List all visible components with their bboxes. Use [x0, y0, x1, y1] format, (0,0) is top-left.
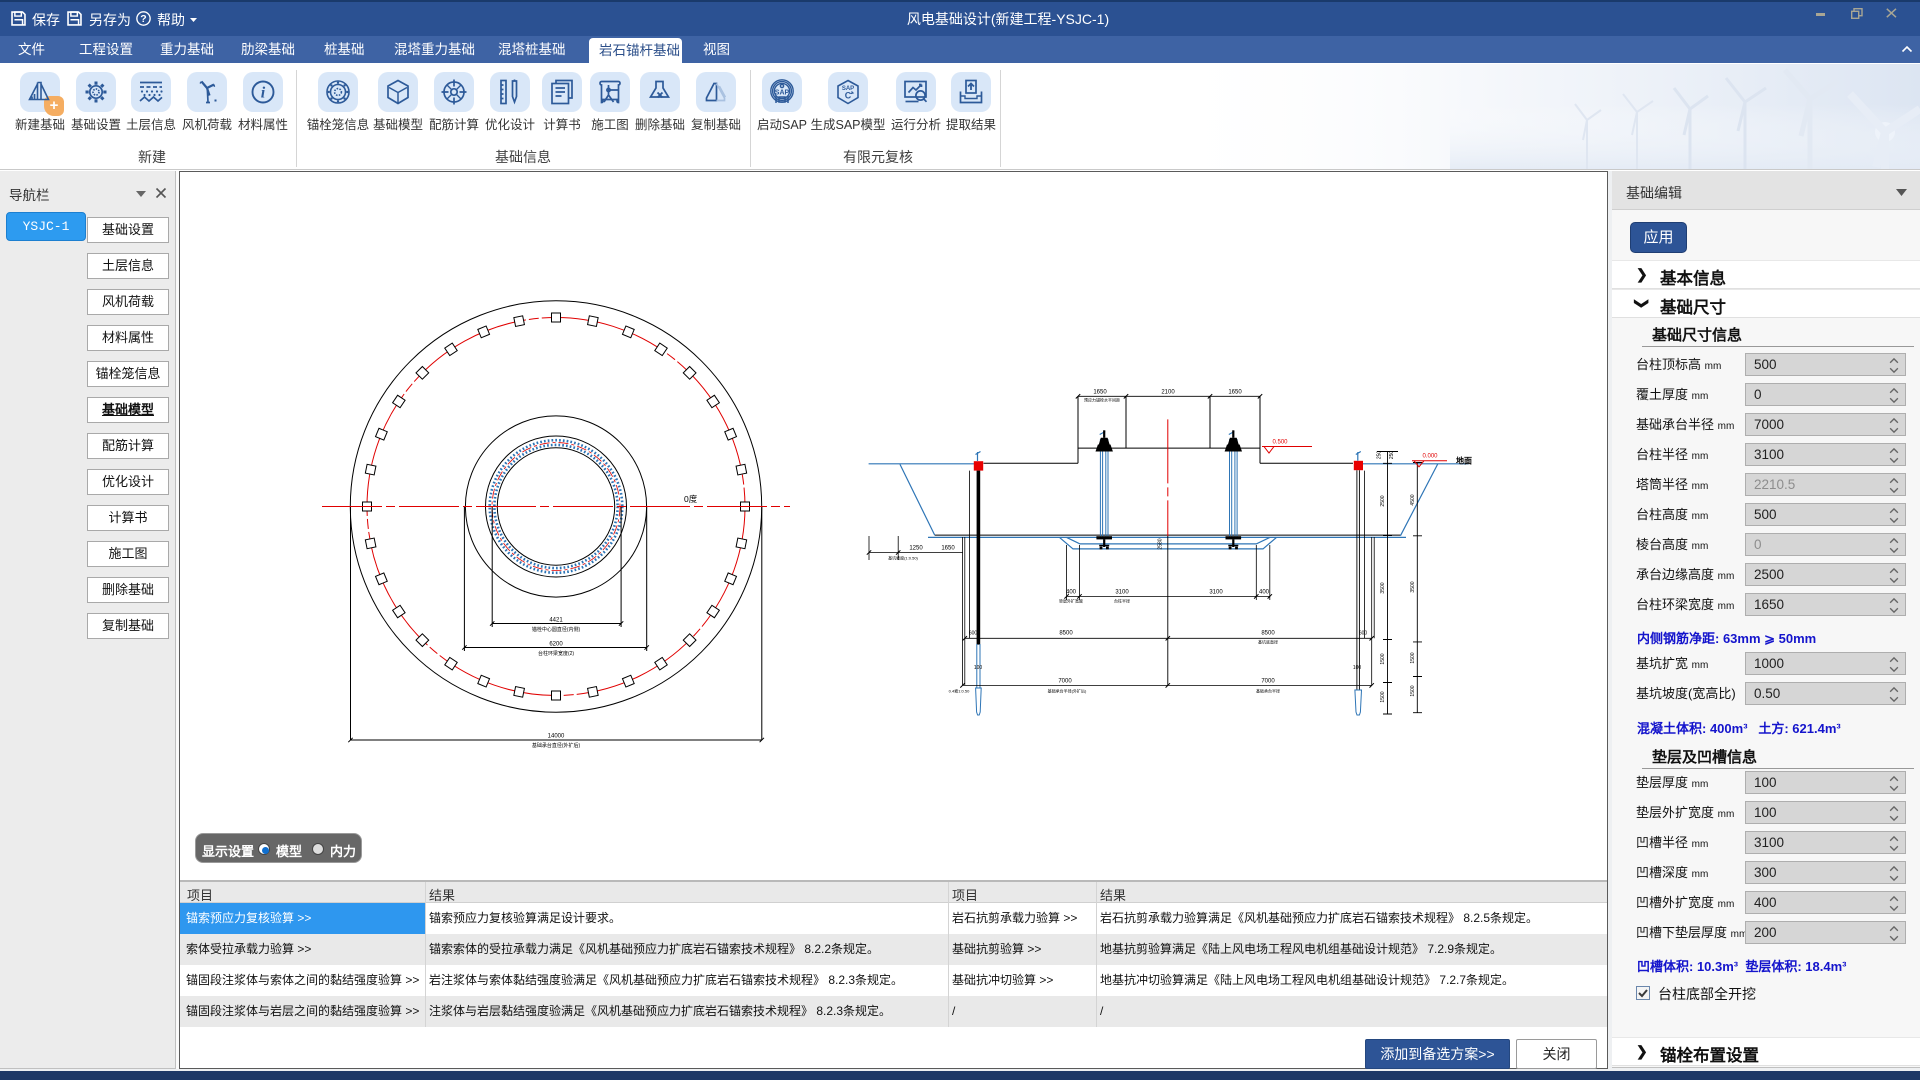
svg-text:600: 600	[969, 631, 978, 637]
svg-text:台柱环梁宽度(2): 台柱环梁宽度(2)	[538, 650, 574, 657]
svg-text:1650: 1650	[1228, 390, 1242, 396]
svg-text:基础承台半径: 基础承台半径	[1256, 687, 1280, 693]
svg-text:0.500: 0.500	[1272, 440, 1288, 446]
svg-text:基础承台直径(外扩后): 基础承台直径(外扩后)	[532, 742, 581, 749]
svg-text:1250: 1250	[909, 546, 923, 552]
svg-text:C: C	[845, 91, 852, 101]
svg-text:2100: 2100	[1161, 390, 1175, 396]
svg-text:0.000: 0.000	[1422, 454, 1438, 460]
svg-text:400: 400	[1066, 590, 1077, 596]
svg-text:0.4坡1:0.50: 0.4坡1:0.50	[949, 687, 970, 693]
svg-text:250: 250	[1389, 451, 1395, 460]
svg-text:3500: 3500	[1380, 582, 1386, 593]
svg-text:3100: 3100	[1209, 590, 1223, 596]
svg-text:锚栓中心圆直径(内侧): 锚栓中心圆直径(内侧)	[532, 626, 581, 633]
svg-text:3500: 3500	[1410, 581, 1416, 592]
svg-text:6200: 6200	[549, 642, 563, 648]
svg-text:1650: 1650	[941, 546, 955, 552]
svg-text:2580: 2580	[1158, 538, 1164, 549]
svg-text:1500: 1500	[1380, 691, 1386, 702]
svg-text:1500: 1500	[1380, 653, 1386, 664]
svg-text:地面: 地面	[1456, 456, 1472, 466]
svg-text:250: 250	[1377, 451, 1383, 460]
svg-text:1500: 1500	[1410, 652, 1416, 663]
svg-text:3100: 3100	[1115, 590, 1129, 596]
svg-text:SAP: SAP	[775, 90, 790, 97]
svg-text:4500: 4500	[1410, 494, 1416, 505]
svg-text:100: 100	[1353, 665, 1362, 671]
svg-text:600: 600	[1359, 631, 1368, 637]
svg-text:i: i	[261, 85, 266, 102]
svg-text:垫层外扩宽度: 垫层外扩宽度	[1059, 598, 1083, 604]
svg-text:基坑底直径: 基坑底直径	[1258, 639, 1278, 645]
svg-text:1500: 1500	[1410, 685, 1416, 696]
svg-text:1650: 1650	[1093, 390, 1107, 396]
svg-text:8500: 8500	[1261, 631, 1275, 637]
svg-text:预应力锚栓水平间距: 预应力锚栓水平间距	[1084, 397, 1120, 403]
svg-text:7000: 7000	[1261, 678, 1275, 684]
svg-text:7000: 7000	[1058, 678, 1072, 684]
svg-text:基坑坡度(1:0.50): 基坑坡度(1:0.50)	[888, 555, 918, 561]
svg-text:?: ?	[140, 13, 146, 25]
svg-text:14000: 14000	[548, 734, 565, 740]
svg-text:2500: 2500	[1380, 495, 1386, 506]
svg-text:4421: 4421	[549, 618, 563, 624]
svg-text:8500: 8500	[1059, 631, 1073, 637]
svg-text:400: 400	[1259, 590, 1270, 596]
svg-text:0度: 0度	[684, 494, 698, 504]
svg-text:100: 100	[974, 665, 983, 671]
svg-text:基础承台半径(外扩后): 基础承台半径(外扩后)	[1048, 687, 1087, 693]
svg-text:台柱半径: 台柱半径	[1114, 598, 1130, 604]
